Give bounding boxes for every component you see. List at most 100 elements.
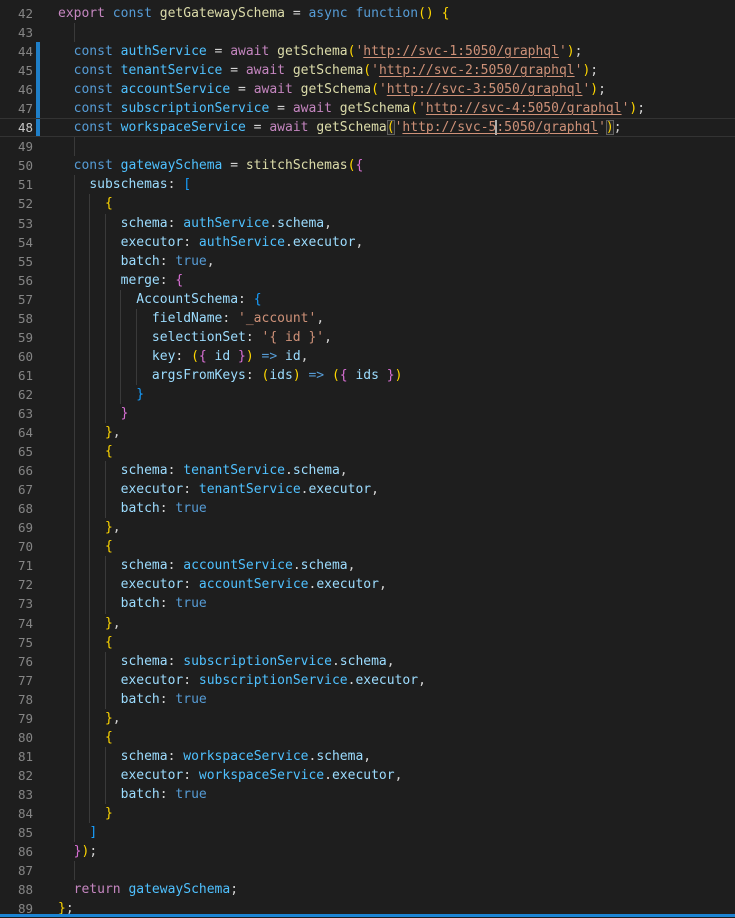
code-line[interactable]: 63 }	[0, 404, 735, 423]
code-line[interactable]: 49	[0, 137, 735, 156]
code-line[interactable]: 86 });	[0, 842, 735, 861]
line-number[interactable]: 65	[0, 442, 33, 461]
code-line[interactable]: 53 schema: authService.schema,	[0, 214, 735, 233]
url-link-text[interactable]: http://svc-4:5050/graphql	[426, 101, 622, 116]
line-number[interactable]: 78	[0, 690, 33, 709]
code-line[interactable]: 67 executor: tenantService.executor,	[0, 480, 735, 499]
line-number[interactable]: 73	[0, 594, 33, 613]
code-line[interactable]: 60 key: ({ id }) => id,	[0, 347, 735, 366]
line-number[interactable]: 80	[0, 728, 33, 747]
url-link-text[interactable]: http://svc-2:5050/graphql	[379, 63, 575, 78]
url-link-text[interactable]: http://svc-3:5050/graphql	[387, 82, 583, 97]
line-number[interactable]: 70	[0, 537, 33, 556]
url-link-text[interactable]: :5050/graphql	[496, 120, 598, 135]
code-line[interactable]: 58 fieldName: '_account',	[0, 309, 735, 328]
code-line[interactable]: 44 const authService = await getSchema('…	[0, 42, 735, 61]
line-number[interactable]: 79	[0, 709, 33, 728]
line-number[interactable]: 54	[0, 233, 33, 252]
line-number[interactable]: 71	[0, 556, 33, 575]
line-number[interactable]: 57	[0, 290, 33, 309]
code-line[interactable]: 64 },	[0, 423, 735, 442]
code-line[interactable]: 80 {	[0, 728, 735, 747]
code-line[interactable]: 84 }	[0, 804, 735, 823]
code-line[interactable]: 88 return gatewaySchema;	[0, 880, 735, 899]
code-line[interactable]: 74 },	[0, 614, 735, 633]
line-number[interactable]: 50	[0, 156, 33, 175]
line-number[interactable]: 55	[0, 252, 33, 271]
line-number[interactable]: 53	[0, 214, 33, 233]
line-number[interactable]: 82	[0, 766, 33, 785]
line-number[interactable]: 88	[0, 880, 33, 899]
line-number[interactable]: 77	[0, 671, 33, 690]
line-number[interactable]: 61	[0, 366, 33, 385]
code-line[interactable]: 65 {	[0, 442, 735, 461]
code-line[interactable]: 43	[0, 23, 735, 42]
line-number[interactable]: 47	[0, 99, 33, 118]
line-number[interactable]: 76	[0, 652, 33, 671]
code-line[interactable]: 46 const accountService = await getSchem…	[0, 80, 735, 99]
code-line[interactable]: 45 const tenantService = await getSchema…	[0, 61, 735, 80]
line-number[interactable]: 67	[0, 480, 33, 499]
code-line[interactable]: 73 batch: true	[0, 594, 735, 613]
line-number[interactable]: 56	[0, 271, 33, 290]
code-line[interactable]: 66 schema: tenantService.schema,	[0, 461, 735, 480]
code-line[interactable]: 82 executor: workspaceService.executor,	[0, 766, 735, 785]
line-number[interactable]: 84	[0, 804, 33, 823]
line-number[interactable]: 75	[0, 633, 33, 652]
code-line[interactable]: 87	[0, 861, 735, 880]
code-line[interactable]: 51 subschemas: [	[0, 175, 735, 194]
code-line[interactable]: 70 {	[0, 537, 735, 556]
code-line[interactable]: 75 {	[0, 633, 735, 652]
line-number[interactable]: 46	[0, 80, 33, 99]
line-number[interactable]: 43	[0, 23, 33, 42]
line-number[interactable]: 81	[0, 747, 33, 766]
line-number[interactable]: 74	[0, 614, 33, 633]
line-number[interactable]: 59	[0, 328, 33, 347]
line-number[interactable]: 63	[0, 404, 33, 423]
line-number[interactable]: 83	[0, 785, 33, 804]
line-number[interactable]: 68	[0, 499, 33, 518]
code-line[interactable]: 79 },	[0, 709, 735, 728]
code-line[interactable]: 77 executor: subscriptionService.executo…	[0, 671, 735, 690]
code-line[interactable]: 59 selectionSet: '{ id }',	[0, 328, 735, 347]
code-line[interactable]: 52 {	[0, 194, 735, 213]
code-line[interactable]: 62 }	[0, 385, 735, 404]
code-editor[interactable]: 42export const getGatewaySchema = async …	[0, 0, 735, 917]
code-line[interactable]: 81 schema: workspaceService.schema,	[0, 747, 735, 766]
line-number[interactable]: 52	[0, 194, 33, 213]
line-number[interactable]: 69	[0, 518, 33, 537]
line-number[interactable]: 42	[0, 4, 33, 23]
code-line[interactable]: 78 batch: true	[0, 690, 735, 709]
line-number[interactable]: 51	[0, 175, 33, 194]
code-line[interactable]: 76 schema: subscriptionService.schema,	[0, 652, 735, 671]
code-line[interactable]: 56 merge: {	[0, 271, 735, 290]
line-number[interactable]: 85	[0, 823, 33, 842]
line-number[interactable]: 66	[0, 461, 33, 480]
code-line[interactable]: 83 batch: true	[0, 785, 735, 804]
code-line[interactable]: 57 AccountSchema: {	[0, 290, 735, 309]
code-line[interactable]: 50 const gatewaySchema = stitchSchemas({	[0, 156, 735, 175]
code-line[interactable]: 69 },	[0, 518, 735, 537]
code-line[interactable]: 48 const workspaceService = await getSch…	[0, 118, 735, 137]
line-number[interactable]: 58	[0, 309, 33, 328]
url-link-text[interactable]: http://svc-1:5050/graphql	[363, 44, 559, 59]
code-line[interactable]: 68 batch: true	[0, 499, 735, 518]
url-link-text[interactable]: http://svc-5	[402, 120, 496, 135]
line-number[interactable]: 48	[0, 119, 33, 136]
code-line[interactable]: 72 executor: accountService.executor,	[0, 575, 735, 594]
line-number[interactable]: 64	[0, 423, 33, 442]
code-line[interactable]: 71 schema: accountService.schema,	[0, 556, 735, 575]
line-number[interactable]: 44	[0, 42, 33, 61]
line-number[interactable]: 72	[0, 575, 33, 594]
line-number[interactable]: 86	[0, 842, 33, 861]
line-number[interactable]: 60	[0, 347, 33, 366]
code-line[interactable]: 85 ]	[0, 823, 735, 842]
line-number[interactable]: 87	[0, 861, 33, 880]
line-number[interactable]: 62	[0, 385, 33, 404]
code-line[interactable]: 55 batch: true,	[0, 252, 735, 271]
code-line[interactable]: 42export const getGatewaySchema = async …	[0, 4, 735, 23]
code-line[interactable]: 54 executor: authService.executor,	[0, 233, 735, 252]
code-line[interactable]: 61 argsFromKeys: (ids) => ({ ids })	[0, 366, 735, 385]
code-line[interactable]: 47 const subscriptionService = await get…	[0, 99, 735, 118]
line-number[interactable]: 45	[0, 61, 33, 80]
